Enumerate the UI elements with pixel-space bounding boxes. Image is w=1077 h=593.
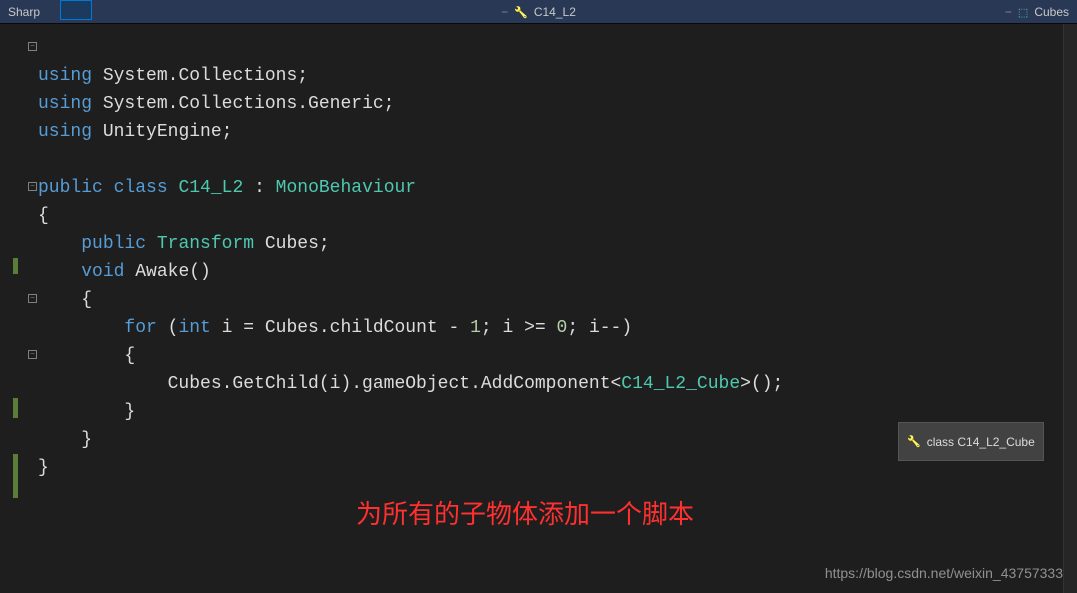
vertical-scrollbar[interactable]: [1063, 24, 1077, 593]
brace: {: [38, 206, 49, 226]
fold-toggle[interactable]: −: [28, 350, 37, 359]
punct: :: [243, 178, 275, 198]
type-arg: C14_L2_Cube: [621, 374, 740, 394]
number: 1: [470, 318, 481, 338]
punct: (: [157, 318, 179, 338]
fold-toggle[interactable]: −: [28, 182, 37, 191]
keyword: for: [124, 318, 156, 338]
expr: i = Cubes.childCount -: [211, 318, 470, 338]
class-name: C14_L2: [178, 178, 243, 198]
brace: }: [38, 402, 135, 422]
keyword: using: [38, 66, 92, 86]
number: 0: [557, 318, 568, 338]
annotation-text: 为所有的子物体添加一个脚本: [356, 500, 694, 528]
keyword: void: [81, 262, 124, 282]
method-name: Awake(): [124, 262, 210, 282]
dash-icon: −: [1005, 5, 1012, 19]
breadcrumb-field: Cubes: [1034, 5, 1069, 19]
type: Transform: [157, 234, 254, 254]
intellisense-tooltip: class C14_L2_Cube: [898, 422, 1044, 461]
code-content[interactable]: using System.Collections; using System.C…: [38, 24, 1077, 593]
dash-icon: −: [501, 5, 508, 19]
namespace: System.Collections.Generic;: [103, 94, 395, 114]
fold-toggle[interactable]: −: [28, 42, 37, 51]
change-marker: [13, 398, 18, 418]
breadcrumb-class: C14_L2: [534, 5, 576, 19]
keyword: int: [178, 318, 210, 338]
language-label: Sharp: [0, 5, 48, 19]
brace: {: [38, 346, 135, 366]
tooltip-text: class C14_L2_Cube: [927, 428, 1035, 456]
active-tab[interactable]: [60, 0, 92, 20]
statement: Cubes.GetChild(i).gameObject.AddComponen…: [38, 374, 621, 394]
watermark: https://blog.csdn.net/weixin_43757333: [825, 565, 1063, 581]
change-marker: [13, 258, 18, 274]
brace: }: [38, 430, 92, 450]
tab-bar: Sharp − C14_L2 − Cubes: [0, 0, 1077, 24]
keyword: public: [38, 178, 103, 198]
fold-toggle[interactable]: −: [28, 294, 37, 303]
base-class: MonoBehaviour: [276, 178, 416, 198]
expr: ; i--): [567, 318, 632, 338]
expr: ; i >=: [481, 318, 557, 338]
keyword: using: [38, 122, 92, 142]
class-icon: [907, 427, 921, 456]
punct: >();: [740, 374, 783, 394]
field-name: Cubes;: [254, 234, 330, 254]
keyword: public: [81, 234, 146, 254]
change-marker: [13, 454, 18, 498]
breadcrumb-center[interactable]: − C14_L2: [501, 5, 576, 19]
gutter: − − − −: [0, 24, 38, 593]
brace: }: [38, 458, 49, 478]
breadcrumb-right[interactable]: − Cubes: [1005, 5, 1069, 19]
namespace: UnityEngine;: [103, 122, 233, 142]
brace: {: [38, 290, 92, 310]
field-icon: [1018, 5, 1028, 19]
namespace: System.Collections;: [103, 66, 308, 86]
keyword: class: [114, 178, 168, 198]
keyword: using: [38, 94, 92, 114]
wrench-icon: [514, 5, 528, 19]
code-editor[interactable]: − − − − using System.Collections; using …: [0, 24, 1077, 593]
